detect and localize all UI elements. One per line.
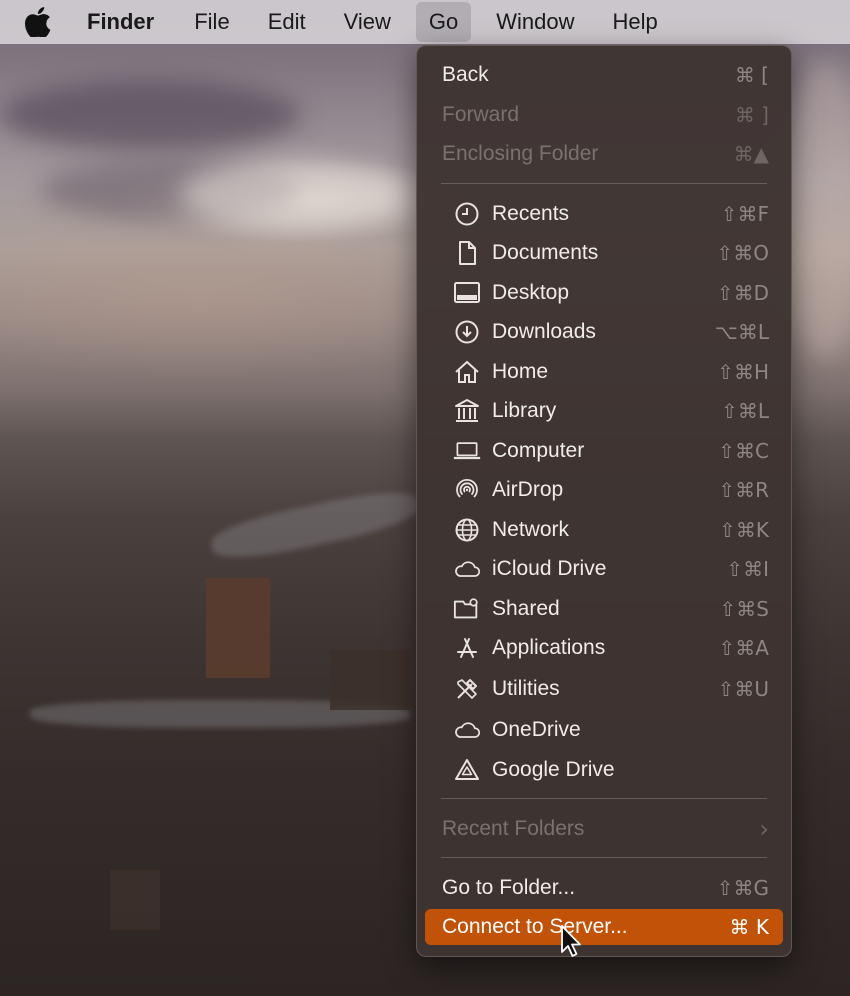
house-icon	[453, 358, 481, 386]
menu-item-enclosing-folder[interactable]: Enclosing Folder ⌘▲	[425, 136, 783, 172]
cloud-shape	[0, 80, 300, 150]
menu-item-recents[interactable]: Recents ⇧⌘F	[425, 196, 783, 232]
menu-item-label: Shared	[492, 597, 560, 620]
menu-item-label: Enclosing Folder	[442, 142, 599, 165]
menu-item-label: Documents	[492, 241, 599, 264]
menu-file[interactable]: File	[181, 2, 242, 42]
menu-view[interactable]: View	[331, 2, 404, 42]
menu-item-network[interactable]: Network ⇧⌘K	[425, 512, 783, 548]
cloud-icon	[453, 716, 481, 744]
chevron-right-icon: ›	[759, 815, 769, 843]
tools-icon	[453, 675, 481, 703]
menu-item-label: Desktop	[492, 281, 570, 304]
menu-item-label: Applications	[492, 636, 606, 659]
menu-item-back[interactable]: Back ⌘ [	[425, 57, 783, 93]
go-menu-dropdown: Back ⌘ [ Forward ⌘ ] Enclosing Folder ⌘▲…	[416, 45, 792, 957]
shortcut-label: ⇧⌘C	[718, 439, 769, 463]
menu-item-shared[interactable]: Shared ⇧⌘S	[425, 591, 783, 627]
shortcut-label: ⇧⌘K	[719, 518, 769, 542]
shortcut-label: ⇧⌘S	[719, 597, 769, 621]
clock-icon	[453, 200, 481, 228]
menu-go[interactable]: Go	[415, 2, 472, 42]
desktop-icon	[453, 279, 481, 307]
building-shape	[206, 578, 270, 678]
airdrop-icon	[453, 476, 481, 504]
library-icon	[453, 397, 481, 425]
menu-separator	[441, 798, 767, 799]
globe-icon	[453, 516, 481, 544]
menu-separator	[441, 183, 767, 184]
menu-item-label: Go to Folder...	[442, 876, 576, 899]
menu-item-label: AirDrop	[492, 478, 564, 501]
menu-item-label: Forward	[442, 103, 520, 126]
shortcut-label: ⌥⌘L	[714, 320, 769, 344]
shortcut-label: ⇧⌘L	[721, 399, 769, 423]
menu-help[interactable]: Help	[600, 2, 671, 42]
shortcut-label: ⌘ [	[734, 63, 769, 87]
menu-item-documents[interactable]: Documents ⇧⌘O	[425, 235, 783, 271]
menu-item-airdrop[interactable]: AirDrop ⇧⌘R	[425, 472, 783, 508]
shortcut-label: ⇧⌘D	[716, 281, 769, 305]
menu-item-go-to-folder[interactable]: Go to Folder... ⇧⌘G	[425, 870, 783, 906]
shortcut-label: ⇧⌘A	[718, 636, 769, 660]
cloud-shape	[180, 160, 410, 230]
menu-bar: Finder File Edit View Go Window Help	[0, 0, 850, 44]
river-shape	[208, 483, 422, 567]
mouse-pointer-icon	[560, 924, 582, 963]
menu-item-onedrive[interactable]: OneDrive	[425, 712, 783, 748]
menu-item-google-drive[interactable]: Google Drive	[425, 752, 783, 788]
shared-folder-icon	[453, 595, 481, 623]
menu-item-forward[interactable]: Forward ⌘ ]	[425, 97, 783, 133]
shortcut-label: ⌘ ]	[734, 103, 769, 127]
shortcut-label: ⇧⌘H	[717, 360, 769, 384]
shortcut-label: ⌘ K	[729, 915, 769, 939]
menu-item-label: Connect to Server...	[442, 915, 628, 938]
laptop-icon	[453, 437, 481, 465]
document-icon	[453, 239, 481, 267]
menu-item-label: Google Drive	[492, 758, 615, 781]
shortcut-label: ⇧⌘U	[717, 677, 769, 701]
menu-item-desktop[interactable]: Desktop ⇧⌘D	[425, 275, 783, 311]
menu-item-connect-to-server[interactable]: Connect to Server... ⌘ K	[425, 909, 783, 945]
menu-item-computer[interactable]: Computer ⇧⌘C	[425, 433, 783, 469]
shortcut-label: ⌘▲	[733, 142, 769, 166]
shortcut-label: ⇧⌘I	[726, 557, 769, 581]
applications-icon	[453, 634, 481, 662]
menu-item-label: Computer	[492, 439, 585, 462]
menu-item-utilities[interactable]: Utilities ⇧⌘U	[425, 671, 783, 707]
menu-window[interactable]: Window	[483, 2, 587, 42]
shortcut-label: ⇧⌘O	[716, 241, 770, 265]
menu-item-label: Library	[492, 399, 557, 422]
menu-item-home[interactable]: Home ⇧⌘H	[425, 354, 783, 390]
menu-item-label: Downloads	[492, 320, 596, 343]
shortcut-label: ⇧⌘G	[716, 876, 769, 900]
apple-logo-icon[interactable]	[24, 7, 52, 37]
menu-item-library[interactable]: Library ⇧⌘L	[425, 393, 783, 429]
download-icon	[453, 318, 481, 346]
menu-edit[interactable]: Edit	[255, 2, 319, 42]
google-drive-icon	[453, 756, 481, 784]
menu-item-icloud-drive[interactable]: iCloud Drive ⇧⌘I	[425, 551, 783, 587]
shortcut-label: ⇧⌘R	[718, 478, 769, 502]
menu-item-downloads[interactable]: Downloads ⌥⌘L	[425, 314, 783, 350]
menu-item-recent-folders[interactable]: Recent Folders ›	[425, 811, 783, 847]
menu-item-label: iCloud Drive	[492, 557, 607, 580]
cloud-icon	[453, 555, 481, 583]
menu-item-label: Network	[492, 518, 570, 541]
menu-item-label: OneDrive	[492, 718, 581, 741]
menu-finder[interactable]: Finder	[74, 2, 167, 42]
menu-separator	[441, 857, 767, 858]
menu-item-label: Recents	[492, 202, 570, 225]
menu-item-label: Recent Folders	[442, 817, 585, 840]
building-shape	[110, 870, 160, 930]
menu-item-label: Home	[492, 360, 549, 383]
menu-item-applications[interactable]: Applications ⇧⌘A	[425, 630, 783, 666]
building-shape	[330, 650, 410, 710]
shortcut-label: ⇧⌘F	[720, 202, 769, 226]
menu-item-label: Back	[442, 63, 489, 86]
menu-item-label: Utilities	[492, 677, 560, 700]
